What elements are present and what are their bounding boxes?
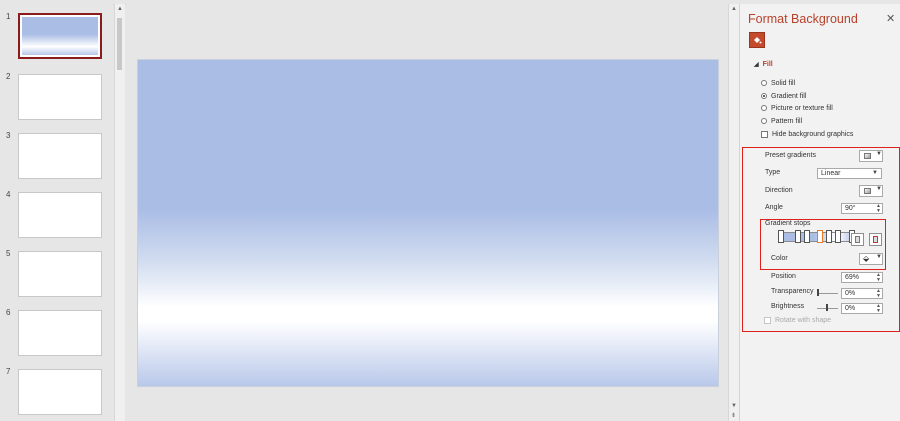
editor-scrollbar[interactable]: ▲ ▼ ⇟ (728, 4, 739, 421)
transparency-label: Transparency (771, 288, 814, 295)
slide-thumbnail-7[interactable] (18, 369, 102, 415)
gradient-stop[interactable] (795, 230, 801, 243)
solid-fill-radio[interactable] (761, 80, 767, 86)
spin-down-icon[interactable]: ▼ (876, 307, 881, 316)
gradient-fill-label: Gradient fill (771, 92, 807, 100)
slide-thumbnail-pane: 1 2 3 4 5 6 7 (0, 4, 113, 421)
remove-stop-icon (873, 236, 878, 243)
transparency-spinner[interactable]: 0% ▲ ▼ (841, 288, 883, 299)
slide-thumbnail-4[interactable] (18, 192, 102, 238)
transparency-slider-thumb[interactable] (817, 289, 819, 296)
direction-swatch-icon (864, 188, 871, 194)
scrollbar-thumb[interactable] (117, 18, 122, 70)
hide-background-graphics-checkbox[interactable] (761, 130, 768, 138)
close-icon[interactable]: ✕ (886, 12, 895, 25)
spin-down-icon[interactable]: ▼ (876, 292, 881, 301)
brightness-value: 0% (845, 305, 856, 312)
picture-texture-fill-label: Picture or texture fill (771, 104, 833, 112)
gradient-stop[interactable] (835, 230, 841, 243)
collapse-triangle-icon: ◢ (754, 62, 759, 68)
hide-background-graphics-option[interactable]: Hide background graphics (761, 129, 853, 139)
slide-thumbnail-5[interactable] (18, 251, 102, 297)
angle-value: 90° (845, 205, 856, 212)
solid-fill-label: Solid fill (771, 79, 796, 87)
add-gradient-stop-button[interactable] (851, 233, 864, 246)
direction-label: Direction (765, 187, 793, 194)
direction-dropdown[interactable]: ▼ (859, 185, 883, 197)
rotate-with-shape-label: Rotate with shape (775, 316, 832, 324)
slide-number: 2 (6, 72, 11, 81)
spin-down-icon[interactable]: ▼ (876, 276, 881, 285)
hide-background-graphics-label: Hide background graphics (772, 130, 854, 138)
rotate-with-shape-option: Rotate with shape (764, 315, 831, 325)
slide-thumbnail-2[interactable] (18, 74, 102, 120)
pattern-fill-option[interactable]: Pattern fill (761, 116, 802, 126)
gradient-stop[interactable] (804, 230, 810, 243)
scroll-down-icon[interactable]: ▼ (731, 403, 737, 409)
pattern-fill-label: Pattern fill (771, 117, 803, 125)
color-picker-button[interactable]: ⬙ ▼ (859, 253, 883, 265)
color-label: Color (771, 255, 788, 262)
brightness-slider-thumb[interactable] (826, 304, 828, 311)
position-label: Position (771, 273, 796, 280)
chevron-down-icon: ▼ (872, 170, 878, 176)
gradient-stops-label: Gradient stops (765, 220, 811, 227)
gradient-stop[interactable] (778, 230, 784, 243)
slide-number: 3 (6, 131, 11, 140)
fill-section-title: Fill (762, 61, 773, 68)
type-value: Linear (821, 170, 841, 177)
thumbnail-scrollbar[interactable]: ▲ (114, 4, 125, 421)
slide-number: 6 (6, 308, 11, 317)
paint-bucket-icon (754, 37, 762, 44)
position-value: 69% (845, 274, 860, 281)
chevron-down-icon: ▼ (876, 254, 882, 260)
remove-gradient-stop-button[interactable] (869, 233, 882, 246)
gradient-stop-selected[interactable] (817, 230, 823, 243)
angle-spinner[interactable]: 90° ▲ ▼ (841, 203, 883, 214)
slide-thumbnail-3[interactable] (18, 133, 102, 179)
brightness-label: Brightness (771, 303, 805, 310)
solid-fill-option[interactable]: Solid fill (761, 78, 795, 88)
transparency-slider[interactable] (817, 293, 838, 294)
next-slide-icon[interactable]: ⇟ (731, 412, 736, 419)
slide-thumbnail-6[interactable] (18, 310, 102, 356)
picture-texture-fill-option[interactable]: Picture or texture fill (761, 103, 833, 113)
slide-number: 4 (6, 190, 11, 199)
slide-number: 1 (6, 12, 11, 21)
slide-thumbnail-preview (22, 17, 98, 55)
add-stop-icon (855, 236, 860, 243)
pattern-fill-radio[interactable] (761, 118, 767, 124)
type-label: Type (765, 169, 781, 176)
paint-bucket-icon: ⬙ (863, 254, 870, 263)
brightness-spinner[interactable]: 0% ▲ ▼ (841, 303, 883, 314)
position-spinner[interactable]: 69% ▲ ▼ (841, 272, 883, 283)
panel-title: Format Background (748, 12, 858, 26)
preset-gradients-dropdown[interactable]: ▼ (859, 150, 883, 162)
preset-gradients-label: Preset gradients (765, 152, 816, 159)
slide-number: 7 (6, 367, 11, 376)
rotate-with-shape-checkbox (764, 316, 771, 324)
picture-texture-fill-radio[interactable] (761, 105, 767, 111)
angle-label: Angle (765, 204, 783, 211)
spin-down-icon[interactable]: ▼ (876, 207, 881, 216)
fill-section-header[interactable]: ◢ Fill (754, 61, 773, 68)
chevron-down-icon: ▼ (876, 151, 882, 157)
gradient-fill-radio[interactable] (761, 93, 767, 99)
slide-thumbnail-1[interactable] (18, 13, 102, 59)
chevron-down-icon: ▼ (876, 186, 882, 192)
scroll-up-icon[interactable]: ▲ (117, 6, 123, 12)
gradient-fill-option[interactable]: Gradient fill (761, 91, 806, 101)
scroll-up-icon[interactable]: ▲ (731, 6, 737, 12)
slide-canvas[interactable] (137, 59, 719, 387)
gradient-stop[interactable] (826, 230, 832, 243)
type-select[interactable]: Linear ▼ (817, 168, 882, 179)
slide-number: 5 (6, 249, 11, 258)
transparency-value: 0% (845, 290, 856, 297)
fill-tab-paint-bucket-icon[interactable] (749, 32, 765, 48)
format-background-panel: Format Background ✕ ◢ Fill Solid fill Gra… (739, 4, 900, 421)
gradient-swatch-icon (864, 153, 871, 159)
